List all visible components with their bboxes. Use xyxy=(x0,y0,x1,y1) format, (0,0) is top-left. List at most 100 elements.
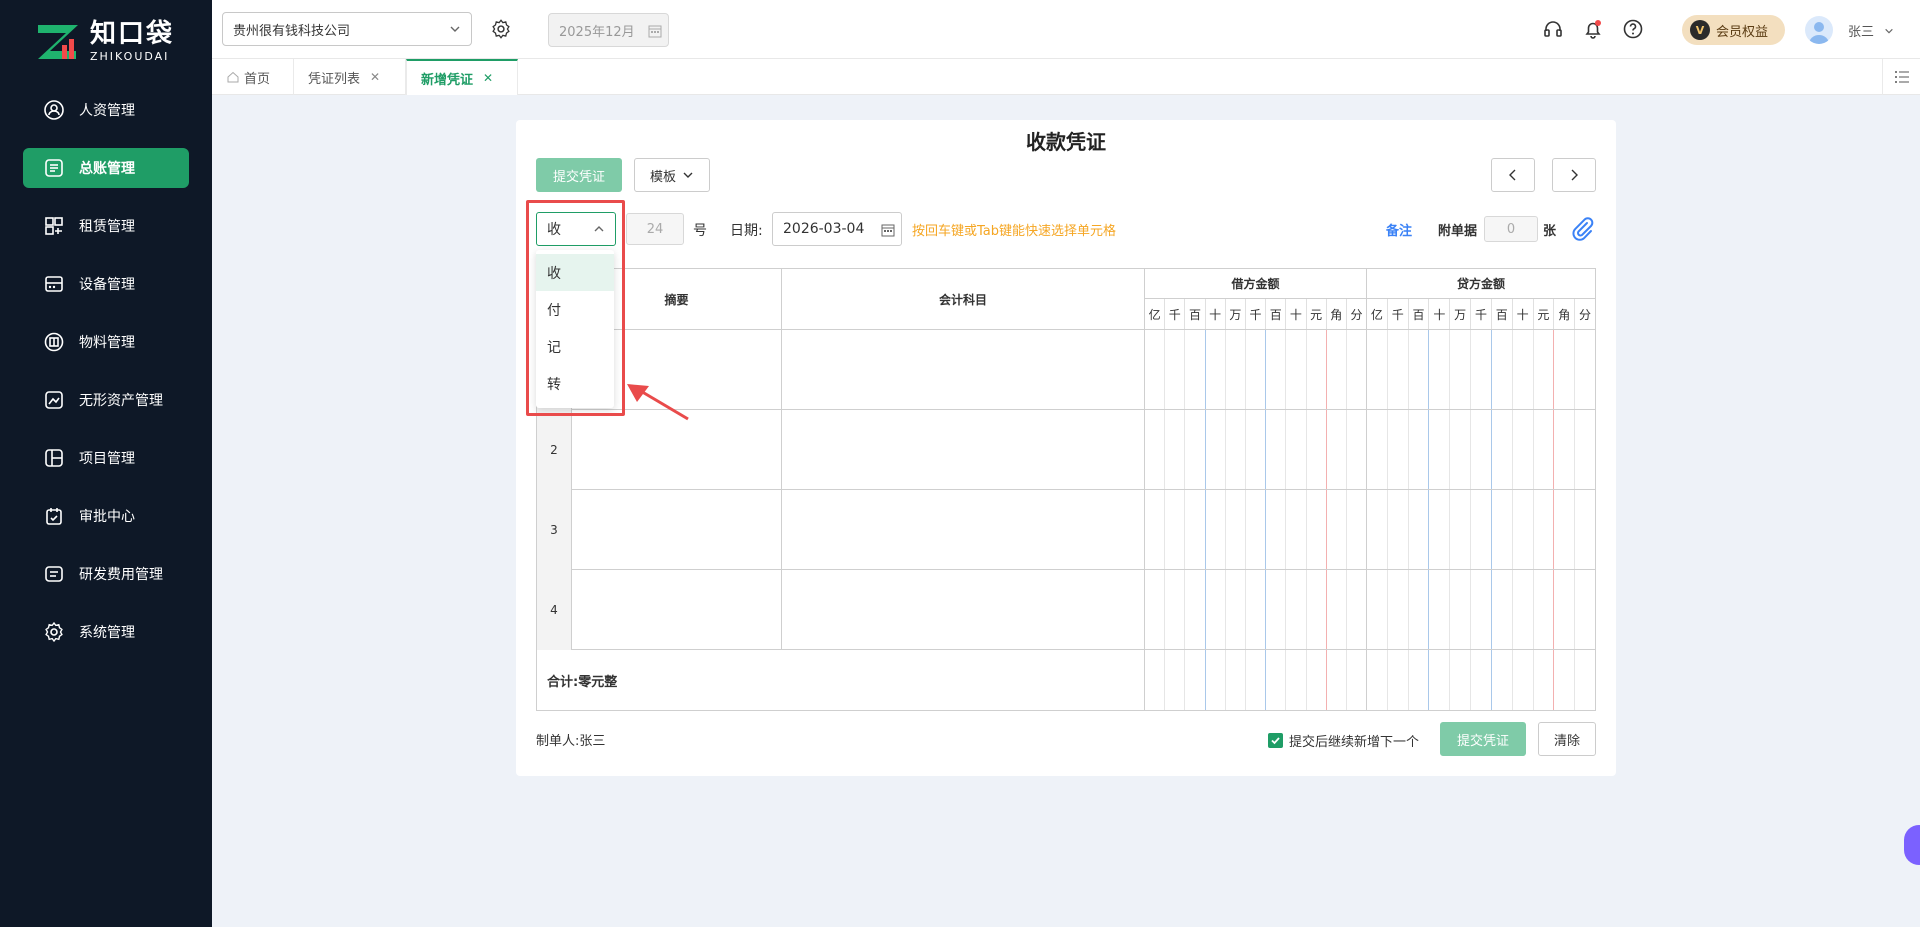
next-voucher-button[interactable] xyxy=(1552,158,1596,192)
amount-digit-cell[interactable] xyxy=(1327,410,1347,489)
credit-amount-cell[interactable] xyxy=(1367,410,1595,489)
amount-digit-cell[interactable] xyxy=(1206,490,1226,569)
amount-digit-cell[interactable] xyxy=(1554,330,1576,409)
amount-digit-cell[interactable] xyxy=(1367,330,1388,409)
vip-benefits-button[interactable]: V 会员权益 xyxy=(1682,15,1785,45)
amount-digit-cell[interactable] xyxy=(1575,570,1595,649)
headset-icon[interactable] xyxy=(1542,18,1564,40)
amount-digit-cell[interactable] xyxy=(1388,650,1409,710)
amount-digit-cell[interactable] xyxy=(1246,490,1267,569)
amount-digit-cell[interactable] xyxy=(1206,410,1226,489)
amount-digit-cell[interactable] xyxy=(1307,570,1327,649)
bell-icon[interactable] xyxy=(1582,18,1604,40)
template-button[interactable]: 模板 xyxy=(634,158,710,192)
amount-digit-cell[interactable] xyxy=(1554,490,1576,569)
amount-digit-cell[interactable] xyxy=(1206,650,1226,710)
amount-digit-cell[interactable] xyxy=(1266,650,1287,710)
amount-digit-cell[interactable] xyxy=(1367,650,1388,710)
amount-digit-cell[interactable] xyxy=(1246,330,1267,409)
amount-digit-cell[interactable] xyxy=(1165,410,1186,489)
amount-digit-cell[interactable] xyxy=(1554,570,1576,649)
sidebar-item-lease[interactable]: 租赁管理 xyxy=(23,206,189,246)
gear-icon[interactable] xyxy=(490,18,512,40)
amount-digit-cell[interactable] xyxy=(1429,490,1451,569)
amount-digit-cell[interactable] xyxy=(1185,650,1206,710)
amount-digit-cell[interactable] xyxy=(1429,570,1451,649)
amount-digit-cell[interactable] xyxy=(1145,490,1166,569)
sidebar-item-user-badge[interactable]: 人资管理 xyxy=(23,90,189,130)
amount-digit-cell[interactable] xyxy=(1513,410,1534,489)
amount-digit-cell[interactable] xyxy=(1327,570,1347,649)
amount-digit-cell[interactable] xyxy=(1367,490,1388,569)
company-select[interactable]: 贵州很有钱科技公司 xyxy=(222,12,472,46)
amount-digit-cell[interactable] xyxy=(1327,330,1347,409)
summary-cell[interactable] xyxy=(572,490,782,569)
amount-digit-cell[interactable] xyxy=(1145,410,1166,489)
amount-digit-cell[interactable] xyxy=(1575,490,1595,569)
amount-digit-cell[interactable] xyxy=(1286,490,1307,569)
amount-digit-cell[interactable] xyxy=(1286,410,1307,489)
account-cell[interactable] xyxy=(782,330,1145,409)
amount-digit-cell[interactable] xyxy=(1575,650,1595,710)
sidebar-item-approval[interactable]: 审批中心 xyxy=(23,496,189,536)
summary-cell[interactable] xyxy=(572,570,782,649)
amount-digit-cell[interactable] xyxy=(1409,650,1430,710)
amount-digit-cell[interactable] xyxy=(1226,330,1246,409)
amount-digit-cell[interactable] xyxy=(1185,570,1206,649)
amount-digit-cell[interactable] xyxy=(1409,410,1430,489)
amount-digit-cell[interactable] xyxy=(1266,570,1287,649)
amount-digit-cell[interactable] xyxy=(1450,410,1472,489)
amount-digit-cell[interactable] xyxy=(1534,410,1555,489)
period-picker[interactable]: 2025年12月 xyxy=(548,13,669,47)
amount-digit-cell[interactable] xyxy=(1286,330,1307,409)
amount-digit-cell[interactable] xyxy=(1388,330,1409,409)
help-icon[interactable] xyxy=(1622,18,1644,40)
amount-digit-cell[interactable] xyxy=(1226,570,1246,649)
close-icon[interactable]: ✕ xyxy=(370,70,380,84)
submit-voucher-button[interactable]: 提交凭证 xyxy=(536,158,622,192)
amount-digit-cell[interactable] xyxy=(1327,650,1347,710)
user-menu[interactable]: 张三 xyxy=(1848,21,1894,40)
sidebar-item-device[interactable]: 设备管理 xyxy=(23,264,189,304)
amount-digit-cell[interactable] xyxy=(1450,490,1472,569)
amount-digit-cell[interactable] xyxy=(1165,330,1186,409)
amount-digit-cell[interactable] xyxy=(1185,330,1206,409)
amount-digit-cell[interactable] xyxy=(1534,490,1555,569)
credit-amount-cell[interactable] xyxy=(1367,490,1595,569)
amount-digit-cell[interactable] xyxy=(1347,570,1366,649)
credit-amount-cell[interactable] xyxy=(1367,570,1595,649)
amount-digit-cell[interactable] xyxy=(1307,330,1327,409)
amount-digit-cell[interactable] xyxy=(1450,650,1472,710)
amount-digit-cell[interactable] xyxy=(1388,410,1409,489)
sidebar-item-settings[interactable]: 系统管理 xyxy=(23,612,189,652)
amount-digit-cell[interactable] xyxy=(1307,410,1327,489)
amount-digit-cell[interactable] xyxy=(1513,570,1534,649)
sidebar-item-rd-expense[interactable]: 研发费用管理 xyxy=(23,554,189,594)
amount-digit-cell[interactable] xyxy=(1492,650,1513,710)
tab-voucher-list[interactable]: 凭证列表 ✕ xyxy=(294,59,406,95)
amount-digit-cell[interactable] xyxy=(1492,330,1513,409)
prev-voucher-button[interactable] xyxy=(1491,158,1535,192)
amount-digit-cell[interactable] xyxy=(1513,330,1534,409)
amount-digit-cell[interactable] xyxy=(1554,410,1576,489)
sidebar-item-intangible-asset[interactable]: 无形资产管理 xyxy=(23,380,189,420)
amount-digit-cell[interactable] xyxy=(1471,650,1492,710)
amount-digit-cell[interactable] xyxy=(1429,330,1451,409)
amount-digit-cell[interactable] xyxy=(1226,650,1246,710)
amount-digit-cell[interactable] xyxy=(1206,570,1226,649)
amount-digit-cell[interactable] xyxy=(1246,570,1267,649)
voucher-number-input[interactable]: 24 xyxy=(626,213,684,245)
amount-digit-cell[interactable] xyxy=(1327,490,1347,569)
account-cell[interactable] xyxy=(782,570,1145,649)
amount-digit-cell[interactable] xyxy=(1471,410,1492,489)
account-cell[interactable] xyxy=(782,410,1145,489)
chat-float-button[interactable] xyxy=(1904,825,1920,865)
amount-digit-cell[interactable] xyxy=(1554,650,1576,710)
amount-digit-cell[interactable] xyxy=(1450,570,1472,649)
close-icon[interactable]: ✕ xyxy=(483,71,493,85)
amount-digit-cell[interactable] xyxy=(1307,650,1327,710)
amount-digit-cell[interactable] xyxy=(1388,570,1409,649)
debit-amount-cell[interactable] xyxy=(1145,330,1367,409)
amount-digit-cell[interactable] xyxy=(1226,410,1246,489)
amount-digit-cell[interactable] xyxy=(1367,570,1388,649)
